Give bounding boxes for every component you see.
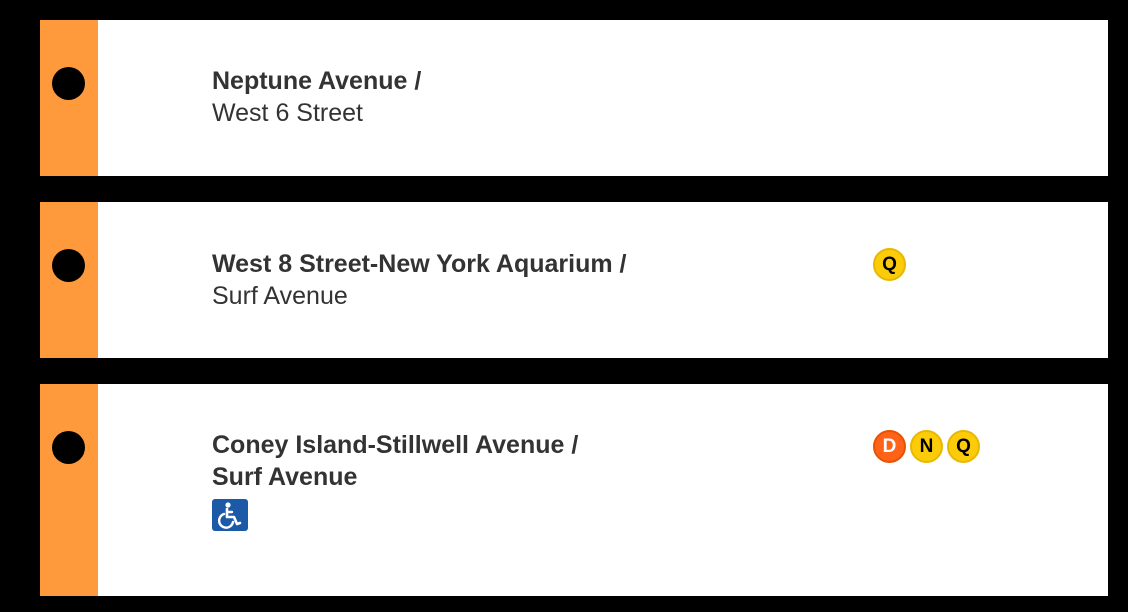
route-bullet-n[interactable]: N: [910, 430, 943, 463]
station-name-line2: West 6 Street: [212, 99, 363, 127]
station-name-line2: Surf Avenue: [212, 282, 348, 310]
route-bullet-d[interactable]: D: [873, 430, 906, 463]
line-color-bar: [40, 384, 98, 596]
route-bullet-q[interactable]: Q: [947, 430, 980, 463]
station-name: West 8 Street-New York Aquarium / Surf A…: [212, 248, 626, 312]
station-row-west-8-street[interactable]: West 8 Street-New York Aquarium / Surf A…: [40, 202, 1108, 358]
station-name-line2: Surf Avenue: [212, 463, 358, 491]
station-stop-icon: [52, 67, 85, 100]
route-bullets: Q: [873, 248, 906, 281]
station-name-line1: Neptune Avenue /: [212, 67, 422, 95]
station-name: Neptune Avenue / West 6 Street: [212, 65, 421, 129]
station-stop-icon: [52, 249, 85, 282]
station-stop-icon: [52, 431, 85, 464]
route-bullets: D N Q: [873, 430, 980, 463]
station-row-coney-island[interactable]: Coney Island-Stillwell Avenue / Surf Ave…: [40, 384, 1108, 596]
wheelchair-icon: [212, 499, 248, 531]
station-name-line1: Coney Island-Stillwell Avenue /: [212, 431, 579, 459]
station-name: Coney Island-Stillwell Avenue / Surf Ave…: [212, 429, 578, 531]
station-row-neptune-avenue[interactable]: Neptune Avenue / West 6 Street: [40, 20, 1108, 176]
route-bullet-q[interactable]: Q: [873, 248, 906, 281]
station-name-line1: West 8 Street-New York Aquarium /: [212, 250, 627, 278]
